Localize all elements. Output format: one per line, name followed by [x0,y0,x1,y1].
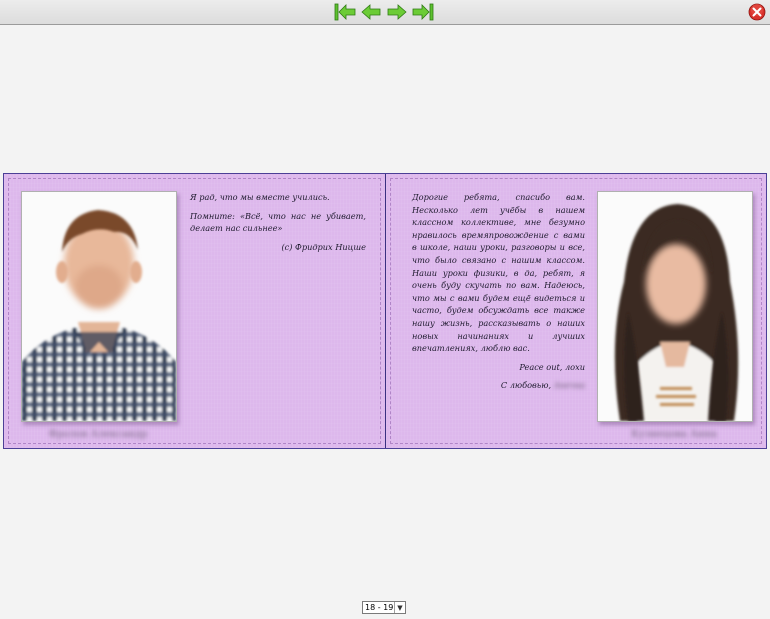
message-text-block: Дорогие ребята, спасибо вам. Несколько л… [412,191,585,398]
signoff-text: Peace out, лохи [519,361,585,372]
next-page-icon [387,4,407,20]
first-page-icon [334,3,356,21]
viewer-toolbar [0,0,770,25]
student-name-left: Фролов Александр [48,429,148,440]
chevron-down-icon: ▼ [397,603,403,612]
prev-page-icon [361,4,381,20]
next-page-button[interactable] [386,2,408,22]
right-page: Дорогие ребята, спасибо вам. Несколько л… [386,174,766,448]
quote-text-block: Я рад, что мы вместе учились. Помните: «… [190,191,366,259]
student-photo-left [21,191,177,422]
quote-intro: Я рад, что мы вместе учились. [190,192,330,202]
last-page-icon [412,3,434,21]
close-icon [748,3,766,21]
quote-author: (с) Фридрих Ницше [281,241,366,252]
quote-text: Помните: «Всё, что нас не убивает, делае… [190,210,366,234]
love-name: Анечка [553,380,585,391]
student-name-right: Кузнецова Анна [631,429,717,440]
left-page: Фролов Александр Я рад, что мы вместе уч… [4,174,386,448]
student-photo-right [597,191,753,422]
album-spread: Фролов Александр Я рад, что мы вместе уч… [3,173,767,449]
page-range-select[interactable]: 18 - 19 ▼ [362,601,406,614]
love-line: С любовью, Анечка [412,379,585,392]
message-text: Дорогие ребята, спасибо вам. Несколько л… [412,192,585,354]
boy-portrait-image [22,192,176,421]
page-navigation [334,2,434,22]
last-page-button[interactable] [412,2,434,22]
prev-page-button[interactable] [360,2,382,22]
girl-portrait-image [598,192,752,421]
close-button[interactable] [748,3,766,21]
page-range-value: 18 - 19 [365,602,395,613]
first-page-button[interactable] [334,2,356,22]
love-prefix: С любовью, [500,380,552,391]
